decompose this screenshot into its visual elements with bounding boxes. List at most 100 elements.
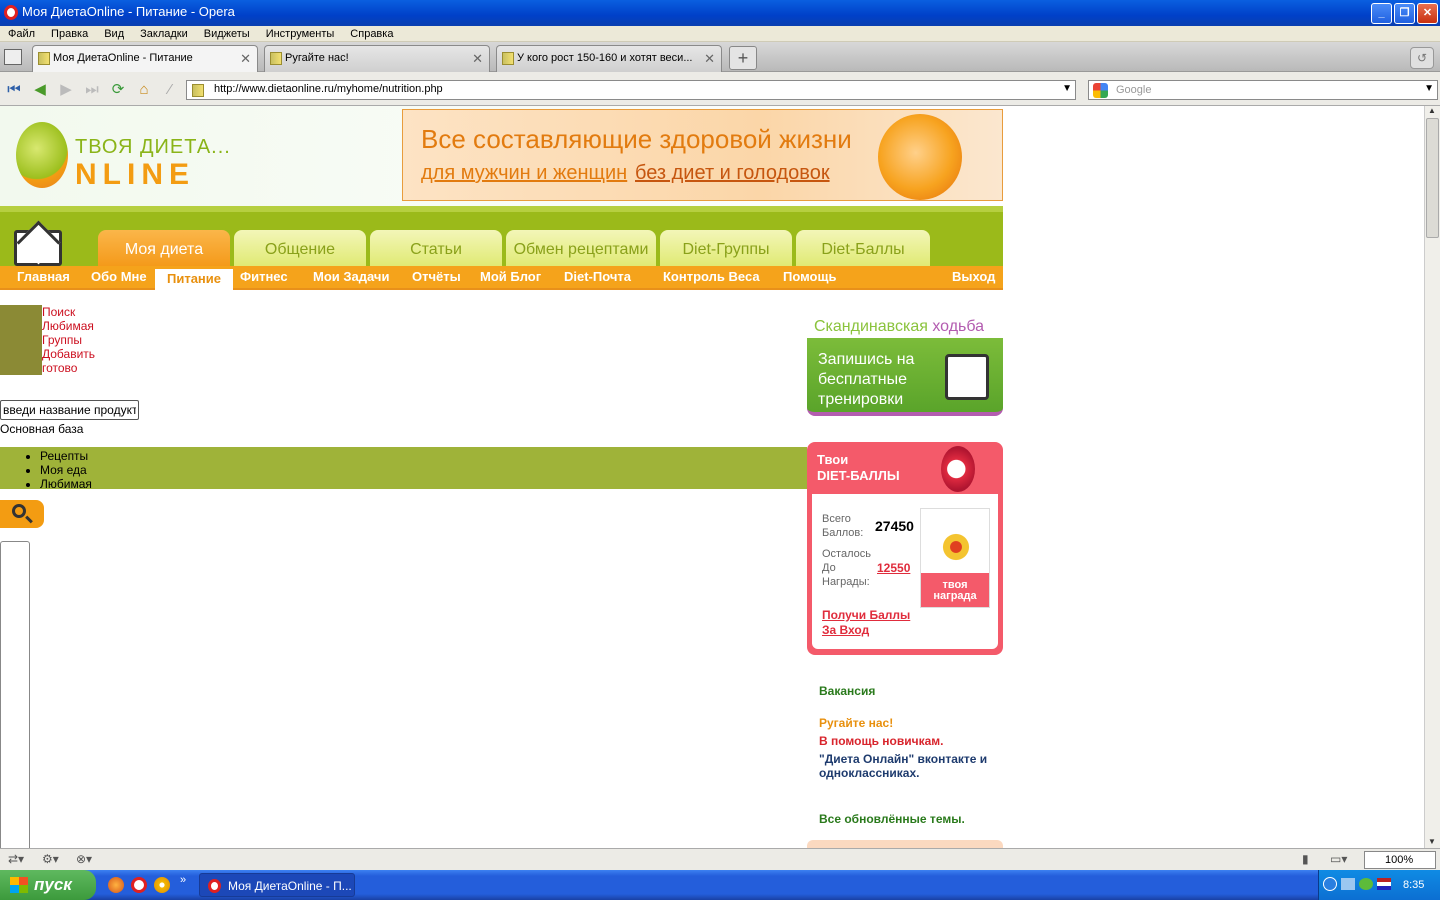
remaining-label: Осталось До Награды: (822, 548, 871, 588)
link-updated-topics[interactable]: Все обновлённые темы. (819, 812, 965, 826)
total-points-value: 27450 (875, 518, 914, 534)
menu-help[interactable]: Справка (342, 27, 401, 41)
rewind-icon[interactable]: ⏮ (5, 81, 23, 99)
subnav-tasks[interactable]: Мои Задачи (313, 269, 389, 284)
opera-logo-icon (4, 5, 18, 20)
nordic-walking-banner[interactable]: Скандинавская ходьба Запишись на бесплат… (807, 316, 1003, 416)
scroll-down-icon[interactable]: ▼ (1428, 837, 1436, 846)
trash-icon[interactable]: ↺ (1410, 47, 1434, 69)
fast-forward-icon[interactable]: ⏭ (83, 81, 101, 99)
left-links: Поиск Любимая Группы Добавить готово (42, 305, 95, 375)
unite-icon[interactable]: ⚙▾ (42, 852, 59, 866)
menu-widgets[interactable]: Виджеты (196, 27, 258, 41)
remaining-points-link[interactable]: 12550 (877, 561, 910, 575)
link-social[interactable]: "Диета Онлайн" вконтакте и (819, 752, 987, 766)
clock[interactable]: 8:35 (1403, 879, 1424, 891)
menu-edit[interactable]: Правка (43, 27, 96, 41)
close-tab-icon[interactable]: ✕ (704, 46, 715, 71)
mail-envelope-icon[interactable] (14, 230, 62, 266)
windows-logo-icon (10, 877, 28, 893)
link-add[interactable]: Добавить (42, 347, 95, 361)
chevron-down-icon[interactable]: ▼ (1424, 83, 1434, 94)
link-search[interactable]: Поиск (42, 305, 95, 319)
subnav-home[interactable]: Главная (17, 269, 70, 284)
results-frame[interactable] (0, 541, 30, 848)
food-sub-tabs: Рецепты Моя еда Любимая (0, 447, 807, 491)
taskbar-opera-window[interactable]: Моя ДиетаOnline - П... (199, 873, 355, 897)
link-groups[interactable]: Группы (42, 333, 95, 347)
subnav-mail[interactable]: Diet-Почта (564, 269, 631, 284)
media-player-icon[interactable] (154, 877, 170, 893)
banner-link-no-diet[interactable]: без диет и голодовок (635, 162, 830, 185)
ad-banner[interactable]: Все составляющие здоровой жизни для мужч… (402, 109, 1003, 201)
subnav-nutrition[interactable]: Питание (155, 269, 234, 291)
subnav-weight[interactable]: Контроль Веса (663, 269, 760, 284)
tab-complain[interactable]: Ругайте нас! ✕ (264, 45, 490, 72)
vertical-scrollbar[interactable]: ▲ ▼ (1424, 106, 1440, 848)
view-icon[interactable]: ▭▾ (1330, 852, 1347, 866)
network-icon[interactable] (1341, 878, 1355, 890)
minimize-button[interactable]: _ (1371, 3, 1392, 24)
product-name-input[interactable] (0, 400, 139, 420)
wand-icon[interactable]: ⁄ (161, 81, 179, 99)
close-tab-icon[interactable]: ✕ (240, 46, 251, 71)
menu-file[interactable]: Файл (0, 27, 43, 41)
back-icon[interactable]: ◀ (31, 81, 49, 99)
window-title-bar: Моя ДиетаOnline - Питание - Opera _ ❐ ✕ (0, 0, 1440, 26)
menu-tools[interactable]: Инструменты (258, 27, 343, 41)
language-flag-icon[interactable] (1377, 878, 1391, 890)
restore-button[interactable]: ❐ (1394, 3, 1415, 24)
subnav-about[interactable]: Обо Мне (91, 269, 147, 284)
tray-expand-icon[interactable] (1323, 877, 1337, 891)
banner-link-men-women[interactable]: для мужчин и женщин (421, 162, 627, 185)
close-tab-icon[interactable]: ✕ (472, 46, 483, 71)
link-ready[interactable]: готово (42, 361, 95, 375)
subtab-recipes[interactable]: Рецепты (40, 449, 92, 463)
scroll-thumb[interactable] (1426, 118, 1439, 238)
search-button[interactable] (0, 500, 44, 528)
menu-view[interactable]: Вид (96, 27, 132, 41)
tab-forum-topic[interactable]: У кого рост 150-160 и хотят веси... ✕ (496, 45, 722, 72)
new-tab-button[interactable]: + (729, 46, 757, 70)
subnav-help[interactable]: Помощь (783, 269, 836, 284)
system-tray: 8:35 (1318, 870, 1440, 900)
link-vacancy[interactable]: Вакансия (819, 684, 875, 698)
panel-toggle-icon[interactable] (4, 49, 22, 65)
subtab-favorite[interactable]: Любимая (40, 477, 92, 491)
zoom-select[interactable]: 100% (1364, 851, 1436, 869)
transfer-icon[interactable]: ⇄▾ (8, 852, 24, 866)
menu-bookmarks[interactable]: Закладки (132, 27, 196, 41)
home-icon[interactable]: ⌂ (135, 81, 153, 99)
link-social-cont[interactable]: одноклассниках. (819, 766, 919, 780)
tab-diet-nutrition[interactable]: Моя ДиетаOnline - Питание ✕ (32, 45, 258, 72)
subnav-fitness[interactable]: Фитнес (240, 269, 288, 284)
opera-icon[interactable] (131, 877, 147, 893)
apple-logo-icon[interactable] (16, 122, 68, 188)
address-field[interactable]: http://www.dietaonline.ru/myhome/nutriti… (186, 80, 1076, 100)
firefox-icon[interactable] (108, 877, 124, 893)
forward-icon[interactable]: ▶ (57, 81, 75, 99)
more-quicklaunch-icon[interactable]: » (180, 874, 186, 886)
link-favorite[interactable]: Любимая (42, 319, 95, 333)
logo-text[interactable]: ТВОЯ ДИЕТА... (75, 136, 231, 159)
scroll-up-icon[interactable]: ▲ (1428, 106, 1436, 115)
start-button[interactable]: пуск (0, 870, 96, 900)
link-complain[interactable]: Ругайте нас! (819, 716, 893, 730)
subnav-logout[interactable]: Выход (952, 269, 995, 284)
close-window-button[interactable]: ✕ (1417, 3, 1438, 24)
panel-icon[interactable]: ▮ (1302, 852, 1309, 866)
get-points-link[interactable]: Получи Баллы За Вход (822, 608, 910, 638)
link-newbies[interactable]: В помощь новичкам. (819, 734, 944, 748)
search-field[interactable]: Google ▼ (1088, 80, 1438, 100)
points-header: Твои DIET-БАЛЛЫ (817, 452, 900, 483)
logo-online[interactable]: NLINE (75, 158, 195, 192)
award-box[interactable]: твоя награда (920, 508, 990, 608)
reload-icon[interactable]: ⟳ (109, 81, 127, 99)
settings-icon[interactable]: ⊗▾ (76, 852, 92, 866)
chevron-down-icon[interactable]: ▼ (1062, 83, 1072, 94)
subtab-my-food[interactable]: Моя еда (40, 463, 92, 477)
antivirus-icon[interactable] (1359, 878, 1373, 890)
subnav-reports[interactable]: Отчёты (412, 269, 461, 284)
points-body: Всего Баллов: 27450 Осталось До Награды: 12… (812, 494, 998, 649)
subnav-blog[interactable]: Мой Блог (480, 269, 541, 284)
